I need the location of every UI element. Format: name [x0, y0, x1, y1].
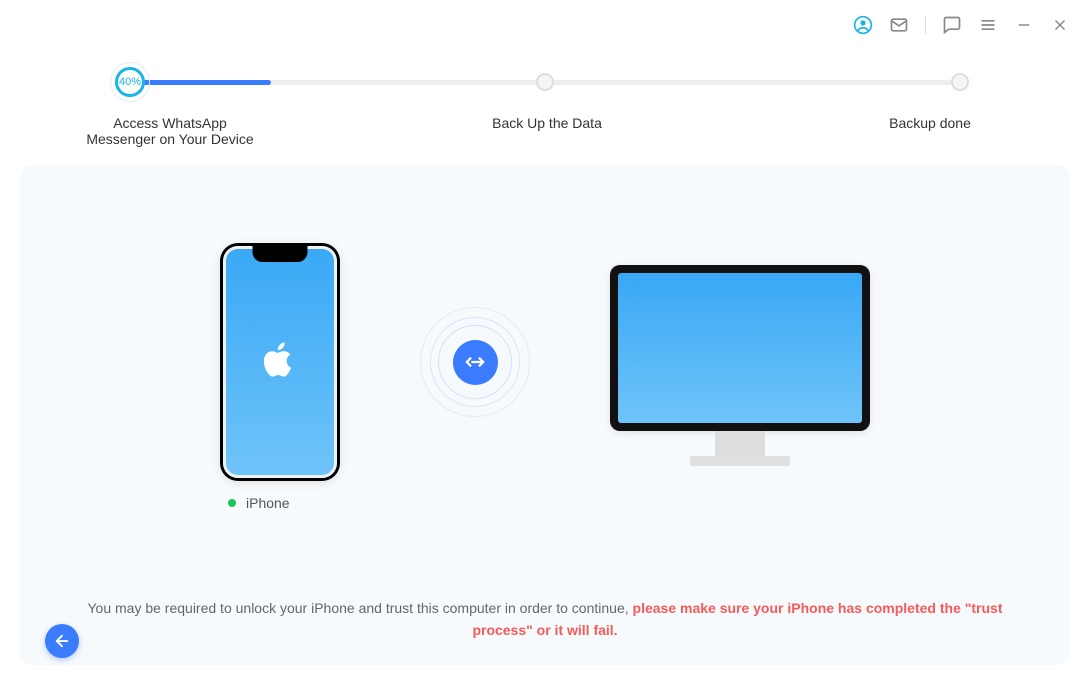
apple-logo-icon	[263, 340, 297, 385]
transfer-icon	[453, 340, 498, 385]
devices-row: iPhone	[20, 243, 1070, 511]
account-icon[interactable]	[853, 15, 873, 35]
titlebar-divider	[925, 16, 926, 34]
step-label-2: Back Up the Data	[457, 115, 637, 147]
feedback-icon[interactable]	[942, 15, 962, 35]
close-icon[interactable]	[1050, 15, 1070, 35]
back-button[interactable]	[45, 624, 79, 658]
main-panel: iPhone You may be required to unlock you…	[20, 165, 1070, 665]
progress-fill	[130, 80, 271, 85]
transfer-indicator	[420, 307, 530, 417]
phone-status: iPhone	[228, 495, 340, 511]
minimize-icon[interactable]	[1014, 15, 1034, 35]
titlebar	[0, 0, 1090, 50]
trust-message-lead: You may be required to unlock your iPhon…	[87, 600, 632, 616]
step-labels: Access WhatsApp Messenger on Your Device…	[80, 115, 1010, 147]
phone-notch	[253, 246, 308, 262]
step-marker-3	[951, 73, 969, 91]
mail-icon[interactable]	[889, 15, 909, 35]
phone-frame	[220, 243, 340, 481]
menu-icon[interactable]	[978, 15, 998, 35]
titlebar-icon-group	[853, 15, 1070, 35]
monitor-base	[690, 456, 790, 466]
progress-track: 40%	[130, 80, 960, 85]
status-dot-icon	[228, 499, 236, 507]
progress-steps: 40% Access WhatsApp Messenger on Your De…	[0, 50, 1090, 147]
trust-message: You may be required to unlock your iPhon…	[20, 597, 1070, 642]
phone-screen	[223, 246, 337, 478]
step-label-1: Access WhatsApp Messenger on Your Device	[80, 115, 260, 147]
computer-device	[610, 265, 870, 466]
monitor-screen	[618, 273, 862, 423]
monitor-frame	[610, 265, 870, 431]
step-marker-1: 40%	[115, 67, 145, 97]
step-percent: 40%	[119, 76, 141, 88]
phone-device: iPhone	[220, 243, 340, 511]
device-name: iPhone	[246, 495, 290, 511]
step-marker-2	[536, 73, 554, 91]
monitor-stand	[715, 431, 765, 456]
step-label-3: Backup done	[840, 115, 1020, 147]
arrow-left-icon	[53, 632, 71, 650]
